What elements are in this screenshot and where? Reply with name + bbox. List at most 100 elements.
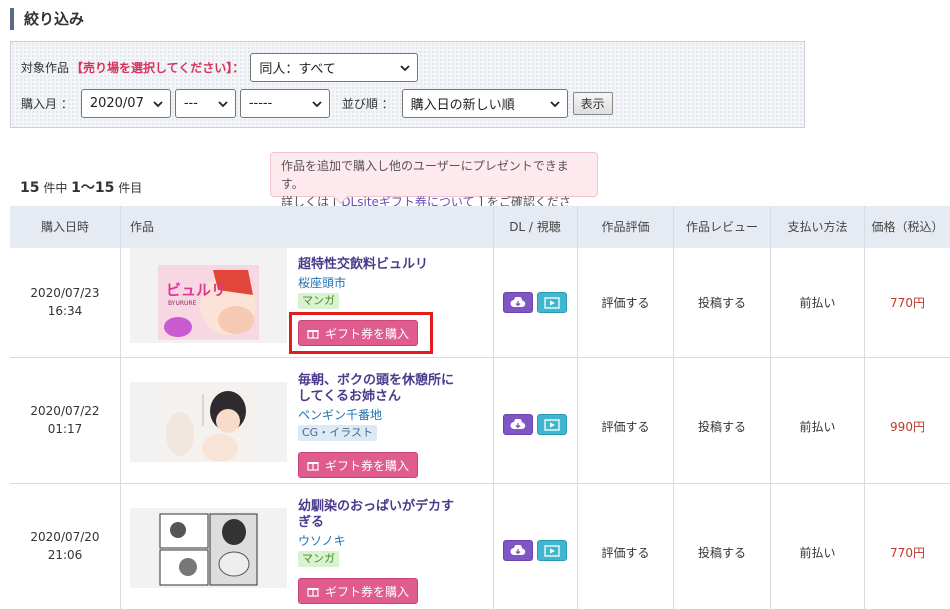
purchase-date: 2020/07/23 <box>30 286 100 300</box>
work-thumbnail[interactable] <box>130 382 287 462</box>
target-select[interactable]: 同人：すべて <box>250 53 419 82</box>
table-row: 2020/07/22 01:17 毎朝、ボクの頭を休憩所に してくるお姉さん ペン… <box>10 358 950 484</box>
category-badge: マンガ <box>298 293 339 309</box>
sort-value: 購入日の新しい順 <box>410 98 515 113</box>
cloud-download-icon <box>510 544 526 555</box>
work-author[interactable]: ペンギン千番地 <box>298 407 493 423</box>
gift-button-label: ギフト券を購入 <box>324 326 409 341</box>
month-label: 購入月 ： <box>21 97 73 111</box>
work-title-line: してくるお姉さん <box>298 389 401 404</box>
show-button[interactable]: 表示 <box>572 92 613 115</box>
cover-image <box>158 386 259 461</box>
dl-actions <box>503 414 567 435</box>
work-title-line: 幼馴染のおっぱいがデカす <box>298 499 455 514</box>
work-thumbnail[interactable] <box>130 508 287 588</box>
work-title[interactable]: 超特性交飲料ビュルリ <box>298 257 493 273</box>
price: 990円 <box>890 420 925 434</box>
table-row: 2020/07/20 21:06 幼馴染のおっぱいがデカす ぎる ウソノキ マンガ… <box>10 484 950 609</box>
category-badge: マンガ <box>298 551 339 567</box>
count-range-suffix: 件目 <box>118 181 143 195</box>
target-warning: 【売り場を選択してください】： <box>71 61 245 75</box>
gift-button-label: ギフト券を購入 <box>324 584 409 599</box>
review-link[interactable]: 投稿する <box>674 418 770 435</box>
cover-image <box>158 512 259 587</box>
download-button[interactable] <box>503 414 533 435</box>
cover-image: ビュルリ BYURURE <box>158 265 259 340</box>
purchase-datetime: 2020/07/22 01:17 <box>10 402 120 438</box>
chevron-down-icon <box>153 100 163 107</box>
work-title-line: ぎる <box>298 515 325 530</box>
sort-select[interactable]: 購入日の新しい順 <box>401 89 568 118</box>
price: 770円 <box>890 546 925 560</box>
buy-gift-button[interactable]: ギフト券を購入 <box>298 320 418 346</box>
buy-gift-button[interactable]: ギフト券を購入 <box>298 578 418 604</box>
work-author[interactable]: 桜座頭市 <box>298 275 493 291</box>
target-select-value: 同人：すべて <box>259 62 336 77</box>
play-button[interactable] <box>537 540 567 561</box>
purchase-datetime: 2020/07/23 16:34 <box>10 284 120 320</box>
cover-subtitle: BYURURE <box>168 300 197 307</box>
gift-icon <box>307 588 319 597</box>
category-badge: CG・イラスト <box>298 425 377 441</box>
work-title-line: 毎朝、ボクの頭を休憩所に <box>298 373 455 388</box>
header-price: 価格（税込） <box>871 220 944 234</box>
buy-gift-button[interactable]: ギフト券を購入 <box>298 452 418 478</box>
sort-label: 並び順 ： <box>341 97 394 111</box>
purchase-date: 2020/07/22 <box>30 404 100 418</box>
chevron-down-icon <box>312 100 322 107</box>
header-date: 購入日時 <box>40 220 89 234</box>
tooltip-line1: 作品を追加で購入し他のユーザーにプレゼントできます。 <box>281 159 569 191</box>
rate-link[interactable]: 評価する <box>578 418 673 435</box>
work-thumbnail[interactable]: ビュルリ BYURURE <box>130 248 287 343</box>
payment-method: 前払い <box>799 296 836 310</box>
gift-icon <box>307 330 319 339</box>
day-value: --- <box>183 96 198 111</box>
chevron-down-icon <box>218 100 228 107</box>
download-button[interactable] <box>503 540 533 561</box>
header-payment: 支払い方法 <box>787 220 848 234</box>
year-month-value: 2020/07 <box>89 96 144 111</box>
cloud-download-icon <box>510 296 526 307</box>
dl-actions <box>503 292 567 313</box>
payment-method: 前払い <box>799 546 836 560</box>
header-rating: 作品評価 <box>601 220 650 234</box>
page-title: 絞り込み <box>10 8 84 30</box>
review-link[interactable]: 投稿する <box>674 294 770 311</box>
play-icon <box>544 296 560 309</box>
purchase-datetime: 2020/07/20 21:06 <box>10 528 120 564</box>
play-button[interactable] <box>537 292 567 313</box>
filter-panel: 対象作品 【売り場を選択してください】： 同人：すべて 購入月 ： 2020/0… <box>10 41 805 128</box>
play-icon <box>544 418 560 431</box>
download-button[interactable] <box>503 292 533 313</box>
chevron-down-icon <box>550 100 560 107</box>
work-author[interactable]: ウソノキ <box>298 533 493 549</box>
work-title[interactable]: 幼馴染のおっぱいがデカす ぎる <box>298 499 493 531</box>
extra-select[interactable]: ----- <box>239 89 330 118</box>
rate-link[interactable]: 評価する <box>578 294 673 311</box>
gift-tooltip: 作品を追加で購入し他のユーザーにプレゼントできます。 詳しくは [ DLsite… <box>270 152 598 227</box>
work-title[interactable]: 毎朝、ボクの頭を休憩所に してくるお姉さん <box>298 373 493 405</box>
purchase-time: 16:34 <box>47 304 83 318</box>
play-icon <box>544 544 560 557</box>
count-range: 1〜15 <box>71 180 115 196</box>
review-link[interactable]: 投稿する <box>674 544 770 561</box>
rate-link[interactable]: 評価する <box>578 544 673 561</box>
play-button[interactable] <box>537 414 567 435</box>
work-info: 超特性交飲料ビュルリ 桜座頭市 マンガ <box>298 257 493 309</box>
work-info: 毎朝、ボクの頭を休憩所に してくるお姉さん ペンギン千番地 CG・イラスト <box>298 373 493 441</box>
price: 770円 <box>890 296 925 310</box>
header-review: 作品レビュー <box>685 220 758 234</box>
gift-icon <box>307 462 319 471</box>
header-work: 作品 <box>130 220 155 234</box>
gift-button-label: ギフト券を購入 <box>324 458 409 473</box>
year-month-select[interactable]: 2020/07 <box>80 89 171 118</box>
cloud-download-icon <box>510 418 526 429</box>
header-dl: DL / 視聴 <box>509 220 561 234</box>
extra-value: ----- <box>248 96 273 111</box>
dl-actions <box>503 540 567 561</box>
purchase-time: 01:17 <box>47 422 83 436</box>
result-count: 15 件中 1〜15 件目 <box>20 177 142 197</box>
day-select[interactable]: --- <box>174 89 236 118</box>
work-info: 幼馴染のおっぱいがデカす ぎる ウソノキ マンガ <box>298 499 493 567</box>
table-row: 2020/07/23 16:34 ビュルリ BYURURE 超特性交飲料ビュルリ… <box>10 248 950 358</box>
